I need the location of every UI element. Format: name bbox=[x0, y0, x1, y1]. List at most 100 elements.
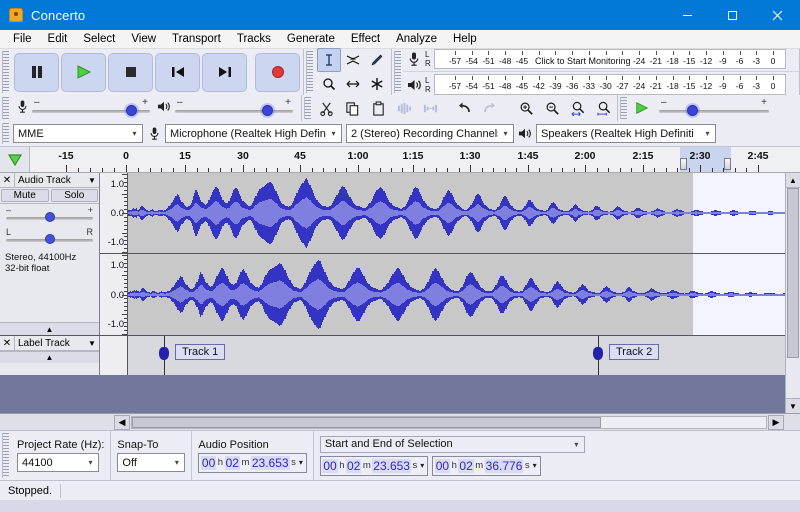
skip-to-start-button[interactable] bbox=[155, 53, 200, 92]
fit-selection-button[interactable] bbox=[566, 96, 590, 120]
pan-slider[interactable]: L R bbox=[6, 228, 93, 248]
selection-start-hours[interactable]: 00 bbox=[322, 459, 337, 473]
time-shift-tool-button[interactable] bbox=[341, 72, 365, 96]
selection-mode-combo[interactable]: Start and End of Selection ▾ bbox=[320, 436, 585, 453]
playback-speed-slider[interactable]: – + bbox=[659, 97, 769, 119]
playback-volume-slider[interactable]: – + bbox=[175, 97, 293, 119]
horizontal-scrollbar-thumb[interactable] bbox=[132, 417, 601, 428]
play-at-speed-button[interactable] bbox=[630, 96, 654, 120]
chevron-down-icon[interactable]: ▼ bbox=[85, 173, 99, 188]
selection-start-handle[interactable] bbox=[680, 158, 687, 170]
selection-tool-button[interactable] bbox=[317, 48, 341, 72]
recording-meter-bar[interactable]: -57-54-51-48-45-42-39-36-33-30-27-24-21-… bbox=[434, 49, 786, 69]
device-toolbar-grip[interactable] bbox=[2, 123, 9, 144]
playback-device-combo[interactable]: Speakers (Realtek High Definiti ▾ bbox=[536, 124, 716, 143]
selection-end-handle[interactable] bbox=[724, 158, 731, 170]
horizontal-scrollbar[interactable]: ◀ ▶ bbox=[0, 413, 800, 430]
menu-effect[interactable]: Effect bbox=[343, 31, 388, 47]
cut-button[interactable] bbox=[314, 96, 338, 120]
chevron-down-icon[interactable]: ▾ bbox=[418, 461, 426, 470]
zoom-tool-button[interactable] bbox=[317, 72, 341, 96]
copy-button[interactable] bbox=[340, 96, 364, 120]
zoom-out-button[interactable] bbox=[540, 96, 564, 120]
selection-end-field[interactable]: 00 h 02 m 36.776 s ▾ bbox=[432, 456, 540, 476]
stop-button[interactable] bbox=[108, 53, 153, 92]
edit-toolbar-grip[interactable] bbox=[304, 97, 311, 119]
gain-slider-thumb[interactable] bbox=[45, 212, 55, 222]
meter-toolbar-grip[interactable] bbox=[394, 51, 401, 93]
recording-volume-thumb[interactable] bbox=[126, 105, 137, 116]
tools-toolbar-grip[interactable] bbox=[306, 51, 313, 93]
transport-toolbar-grip[interactable] bbox=[2, 51, 9, 93]
vertical-scrollbar[interactable]: ▲ ▼ bbox=[785, 173, 800, 413]
recording-volume-slider[interactable]: – + bbox=[32, 97, 150, 119]
menu-help[interactable]: Help bbox=[445, 31, 485, 47]
waveform-left-channel[interactable] bbox=[128, 173, 800, 253]
chevron-up-icon[interactable]: ▲ bbox=[786, 173, 800, 188]
selection-end-seconds[interactable]: 36.776 bbox=[485, 459, 524, 473]
play-at-speed-grip[interactable] bbox=[620, 97, 627, 119]
solo-button[interactable]: Solo bbox=[51, 189, 99, 202]
selection-toolbar-grip[interactable] bbox=[2, 433, 9, 478]
audio-position-hours[interactable]: 00 bbox=[201, 456, 216, 470]
pinned-play-head-button[interactable] bbox=[0, 147, 30, 172]
envelope-tool-button[interactable] bbox=[341, 48, 365, 72]
pan-slider-thumb[interactable] bbox=[45, 234, 55, 244]
chevron-up-icon[interactable]: ▲ bbox=[0, 351, 99, 363]
close-x-icon[interactable]: ✕ bbox=[0, 173, 15, 188]
selection-start-field[interactable]: 00 h 02 m 23.653 s ▾ bbox=[320, 456, 428, 476]
playback-speed-thumb[interactable] bbox=[687, 105, 698, 116]
label-track-body[interactable]: Track 1Track 2 bbox=[128, 336, 800, 375]
label-text[interactable]: Track 1 bbox=[175, 344, 225, 360]
undo-button[interactable] bbox=[452, 96, 476, 120]
menu-file[interactable]: File bbox=[5, 31, 40, 47]
menu-select[interactable]: Select bbox=[75, 31, 123, 47]
playback-volume-thumb[interactable] bbox=[262, 105, 273, 116]
selection-end-minutes[interactable]: 02 bbox=[458, 459, 473, 473]
audio-position-field[interactable]: 00 h 02 m 23.653 s ▾ bbox=[198, 453, 306, 473]
chevron-left-icon[interactable]: ◀ bbox=[114, 415, 130, 430]
multi-tool-button[interactable] bbox=[365, 72, 389, 96]
chevron-up-icon[interactable]: ▲ bbox=[0, 322, 99, 335]
horizontal-scrollbar-track[interactable] bbox=[131, 416, 767, 429]
mixer-toolbar-grip[interactable] bbox=[2, 97, 9, 119]
selection-start-seconds[interactable]: 23.653 bbox=[372, 459, 411, 473]
paste-button[interactable] bbox=[366, 96, 390, 120]
gain-slider[interactable]: – + bbox=[6, 206, 93, 226]
audio-position-minutes[interactable]: 02 bbox=[225, 456, 240, 470]
redo-button[interactable] bbox=[478, 96, 502, 120]
label-marker-icon[interactable] bbox=[159, 347, 169, 360]
fit-project-button[interactable] bbox=[592, 96, 616, 120]
skip-to-end-button[interactable] bbox=[202, 53, 247, 92]
label-track-control-panel[interactable]: ✕ Label Track ▼ ▲ bbox=[0, 336, 100, 375]
draw-tool-button[interactable] bbox=[365, 48, 389, 72]
chevron-down-icon[interactable]: ▼ bbox=[786, 398, 800, 413]
menu-analyze[interactable]: Analyze bbox=[388, 31, 445, 47]
close-button[interactable] bbox=[755, 0, 800, 30]
audio-track-name[interactable]: Audio Track bbox=[15, 173, 85, 188]
waveform-right-channel[interactable] bbox=[128, 254, 800, 335]
recording-device-combo[interactable]: Microphone (Realtek High Defini ▾ bbox=[165, 124, 342, 143]
chevron-right-icon[interactable]: ▶ bbox=[768, 415, 784, 430]
audio-track-control-panel[interactable]: ✕ Audio Track ▼ Mute Solo – + L R bbox=[0, 173, 100, 335]
project-rate-combo[interactable]: 44100 ▾ bbox=[17, 453, 99, 472]
trim-outside-selection-button[interactable] bbox=[392, 96, 416, 120]
recording-meter[interactable]: L R -57-54-51-48-45-42-39-36-33-30-27-24… bbox=[403, 47, 799, 72]
menu-edit[interactable]: Edit bbox=[40, 31, 76, 47]
snap-to-combo[interactable]: Off ▾ bbox=[117, 453, 185, 472]
maximize-button[interactable] bbox=[710, 0, 755, 30]
zoom-in-button[interactable] bbox=[514, 96, 538, 120]
label-track-name[interactable]: Label Track bbox=[15, 336, 85, 351]
silence-selection-button[interactable] bbox=[418, 96, 442, 120]
selection-start-minutes[interactable]: 02 bbox=[346, 459, 361, 473]
minimize-button[interactable] bbox=[665, 0, 710, 30]
label-marker-icon[interactable] bbox=[593, 347, 603, 360]
menu-transport[interactable]: Transport bbox=[164, 31, 229, 47]
chevron-down-icon[interactable]: ▾ bbox=[297, 458, 305, 467]
mute-button[interactable]: Mute bbox=[1, 189, 49, 202]
playback-meter-bar[interactable]: -57-54-51-48-45-42-39-36-33-30-27-24-21-… bbox=[434, 74, 786, 95]
vertical-scrollbar-thumb[interactable] bbox=[787, 188, 799, 358]
timeline-scale[interactable]: -1501530451:001:151:301:452:002:152:302:… bbox=[30, 147, 800, 172]
recording-channels-combo[interactable]: 2 (Stereo) Recording Channels ▾ bbox=[346, 124, 514, 143]
play-button[interactable] bbox=[61, 53, 106, 92]
